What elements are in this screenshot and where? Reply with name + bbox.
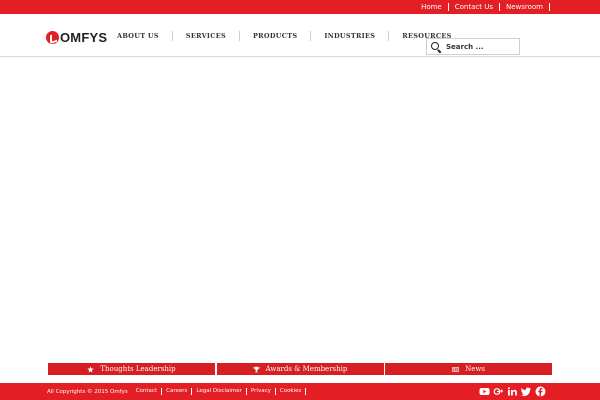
tab-label: Thoughts Leadership — [100, 365, 176, 373]
logo-text: OMFYS — [60, 29, 108, 45]
top-utility-bar: Home Contact Us Newsroom — [0, 0, 600, 14]
nav-item-about-us[interactable]: ABOUT US — [104, 31, 172, 41]
tab-news[interactable]: News — [385, 363, 552, 375]
search-icon[interactable] — [430, 41, 442, 53]
tab-thoughts-leadership[interactable]: Thoughts Leadership — [48, 363, 215, 375]
footer-link-cookies[interactable]: Cookies — [276, 388, 307, 395]
footer-link-privacy[interactable]: Privacy — [247, 388, 276, 395]
tab-awards-membership[interactable]: Awards & Membership — [216, 363, 384, 375]
search-input[interactable] — [446, 42, 518, 51]
nav-item-products[interactable]: PRODUCTS — [238, 31, 310, 41]
logo-mark-icon — [46, 30, 59, 44]
top-link-contact-us[interactable]: Contact Us — [449, 3, 500, 11]
twitter-icon[interactable] — [521, 386, 532, 397]
google-plus-icon[interactable] — [493, 386, 504, 397]
footer-link-careers[interactable]: Careers — [162, 388, 193, 395]
social-links — [476, 386, 546, 397]
site-header: OMFYS ABOUT US SERVICES PRODUCTS INDUSTR… — [0, 14, 600, 57]
trophy-icon — [253, 366, 260, 372]
search-box[interactable] — [426, 38, 520, 55]
copyright-text: All Copyrights © 2015 Omfys — [47, 388, 128, 395]
star-icon — [87, 365, 95, 373]
site-logo[interactable]: OMFYS — [46, 29, 107, 45]
linkedin-icon[interactable] — [507, 386, 518, 397]
nav-item-industries[interactable]: INDUSTRIES — [310, 31, 388, 41]
footer-left: All Copyrights © 2015 Omfys Contact Care… — [47, 383, 307, 400]
top-links: Home Contact Us Newsroom — [415, 0, 550, 14]
facebook-icon[interactable] — [535, 386, 546, 397]
tab-label: Awards & Membership — [265, 365, 348, 373]
site-footer: All Copyrights © 2015 Omfys Contact Care… — [0, 383, 600, 400]
footer-link-legal-disclaimer[interactable]: Legal Disclaimer — [192, 388, 247, 395]
main-nav: ABOUT US SERVICES PRODUCTS INDUSTRIES RE… — [104, 29, 465, 43]
top-link-home[interactable]: Home — [415, 3, 449, 11]
newspaper-icon — [452, 366, 459, 372]
footer-link-contact[interactable]: Contact — [136, 388, 163, 395]
nav-item-services[interactable]: SERVICES — [171, 31, 239, 41]
tab-label: News — [465, 365, 485, 373]
bottom-tabs: Thoughts Leadership Awards & Membership … — [48, 363, 552, 375]
top-link-newsroom[interactable]: Newsroom — [500, 3, 550, 11]
youtube-icon[interactable] — [479, 386, 490, 397]
